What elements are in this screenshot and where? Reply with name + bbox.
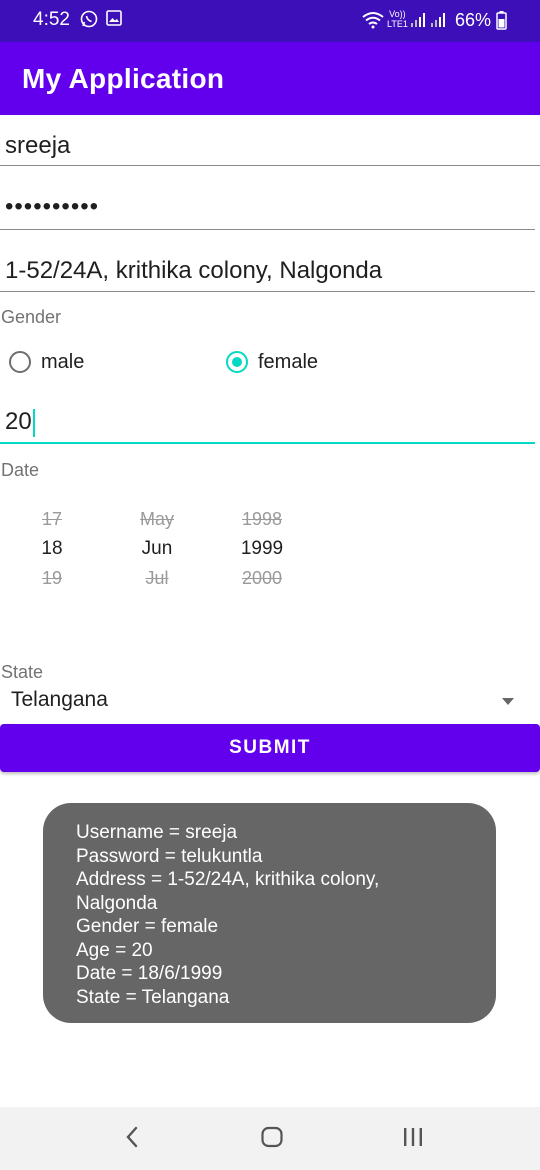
radio-male[interactable]: male (9, 347, 84, 377)
radio-female-circle[interactable] (226, 351, 248, 373)
lte-label: LTE1 (387, 19, 408, 29)
app-bar: My Application (0, 42, 540, 115)
month-current[interactable]: Jun (114, 538, 200, 560)
toast-line: Address = 1-52/24A, krithika colony, (76, 869, 380, 890)
volte-icon: Vo)) LTE1 (387, 9, 408, 29)
day-next[interactable]: 19 (9, 568, 95, 589)
recents-icon[interactable] (401, 1125, 425, 1154)
battery-icon (496, 11, 507, 35)
radio-male-circle[interactable] (9, 351, 31, 373)
toast-message: Username = sreeja Password = telukuntla … (43, 803, 496, 1023)
year-prev[interactable]: 1998 (219, 509, 305, 530)
day-prev[interactable]: 17 (9, 509, 95, 530)
whatsapp-icon (80, 10, 98, 33)
toast-line: Password = telukuntla (76, 845, 263, 867)
toast-line: Date = 18/6/1999 (76, 963, 223, 984)
radio-female[interactable]: female (226, 347, 318, 377)
status-time: 4:52 (33, 9, 70, 30)
signal-icon (430, 12, 448, 33)
radio-male-label: male (41, 350, 85, 373)
radio-female-label: female (258, 350, 319, 373)
username-field[interactable]: sreeja (5, 132, 535, 160)
dropdown-arrow-icon[interactable] (502, 698, 514, 705)
password-field[interactable]: •••••••••• (5, 193, 535, 221)
submit-button[interactable]: SUBMIT (0, 724, 540, 772)
toast-line: Username = sreeja (76, 822, 238, 843)
password-underline (0, 229, 535, 230)
age-value: 20 (5, 408, 32, 435)
year-current[interactable]: 1999 (219, 538, 305, 560)
wifi-icon (362, 11, 384, 34)
state-spinner[interactable]: Telangana (0, 684, 540, 718)
toast-line: Gender = female (76, 916, 219, 937)
back-icon[interactable] (122, 1125, 142, 1154)
toast-line: Age = 20 (76, 939, 153, 961)
home-icon[interactable] (260, 1125, 284, 1154)
username-underline (0, 165, 540, 166)
text-cursor (32, 408, 35, 437)
image-icon (106, 10, 122, 31)
age-field[interactable]: 20 (5, 408, 535, 437)
toast-line: Nalgonda (76, 892, 158, 914)
gender-label: Gender (1, 307, 62, 327)
age-underline (0, 442, 535, 444)
app-title: My Application (22, 63, 225, 94)
date-label: Date (1, 460, 40, 480)
toast-line: State = Telangana (76, 986, 230, 1008)
navigation-bar (0, 1107, 540, 1170)
signal-icon (410, 12, 428, 33)
day-current[interactable]: 18 (9, 538, 95, 560)
month-prev[interactable]: May (114, 509, 200, 530)
status-bar: 4:52 Vo)) LTE1 66% (0, 0, 540, 42)
month-next[interactable]: Jul (114, 568, 200, 589)
year-next[interactable]: 2000 (219, 568, 305, 589)
state-label: State (1, 662, 44, 682)
address-field[interactable]: 1-52/24A, krithika colony, Nalgonda (5, 257, 535, 285)
state-value: Telangana (11, 688, 108, 711)
volte-label: Vo)) (389, 9, 406, 19)
battery-percent: 66% (455, 10, 492, 30)
address-underline (0, 291, 535, 292)
